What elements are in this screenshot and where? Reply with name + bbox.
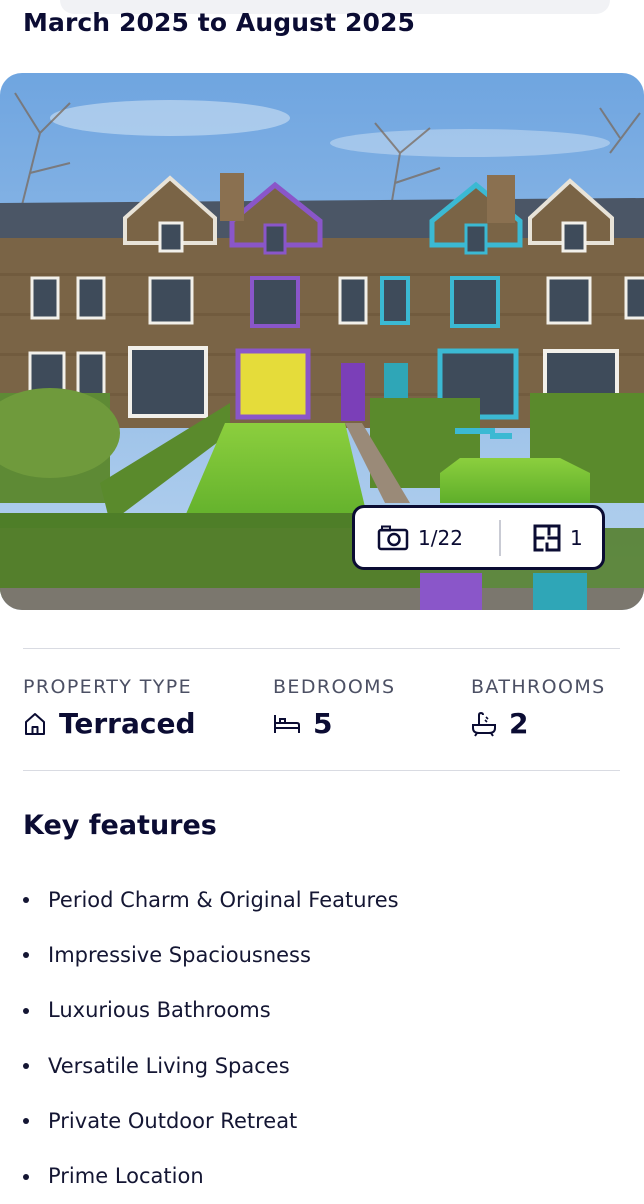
stat-value: Terraced: [59, 707, 196, 740]
list-item: Private Outdoor Retreat: [23, 1093, 399, 1148]
stats-top-divider: [23, 648, 620, 649]
availability-date-range: March 2025 to August 2025: [23, 8, 415, 37]
stat-bathrooms: BATHROOMS 2: [471, 676, 606, 740]
key-features-title: Key features: [23, 810, 217, 841]
feature-text: Versatile Living Spaces: [48, 1053, 290, 1078]
floorplan-icon: [533, 524, 561, 551]
feature-text: Luxurious Bathrooms: [48, 998, 271, 1023]
stat-label: PROPERTY TYPE: [23, 676, 193, 698]
stat-label: BEDROOMS: [273, 676, 396, 698]
bath-icon: [472, 711, 496, 737]
stat-value: 2: [509, 707, 529, 740]
list-item: Prime Location: [23, 1148, 399, 1203]
bullet: [23, 1063, 29, 1070]
media-counter[interactable]: 1/22 1: [352, 505, 605, 570]
stat-value: 5: [313, 707, 333, 740]
key-features-list: Period Charm & Original Features Impress…: [23, 872, 399, 1204]
photos-count-button[interactable]: 1/22: [355, 508, 495, 567]
list-item: Impressive Spaciousness: [23, 927, 399, 982]
list-item: Versatile Living Spaces: [23, 1038, 399, 1093]
stat-property-type: PROPERTY TYPE Terraced: [23, 676, 196, 740]
bullet: [23, 1173, 29, 1180]
stats-bottom-divider: [23, 770, 620, 771]
house-icon: [25, 712, 45, 735]
stat-bedrooms: BEDROOMS 5: [273, 676, 395, 740]
bullet: [23, 1007, 29, 1014]
bullet: [23, 897, 29, 904]
photo-count: 1/22: [418, 525, 463, 550]
stat-label: BATHROOMS: [471, 676, 606, 698]
list-item: Luxurious Bathrooms: [23, 983, 399, 1038]
floorplans-count-button[interactable]: 1: [501, 508, 583, 567]
bullet: [23, 1118, 29, 1125]
bed-icon: [274, 714, 300, 733]
bullet: [23, 952, 29, 959]
list-item: Period Charm & Original Features: [23, 872, 399, 927]
feature-text: Impressive Spaciousness: [48, 942, 311, 967]
feature-text: Period Charm & Original Features: [48, 887, 399, 912]
feature-text: Private Outdoor Retreat: [48, 1108, 298, 1133]
feature-text: Prime Location: [48, 1164, 204, 1189]
camera-icon: [377, 525, 409, 550]
floorplan-count: 1: [570, 525, 583, 550]
property-photo-gallery[interactable]: 1/22 1: [0, 73, 644, 610]
